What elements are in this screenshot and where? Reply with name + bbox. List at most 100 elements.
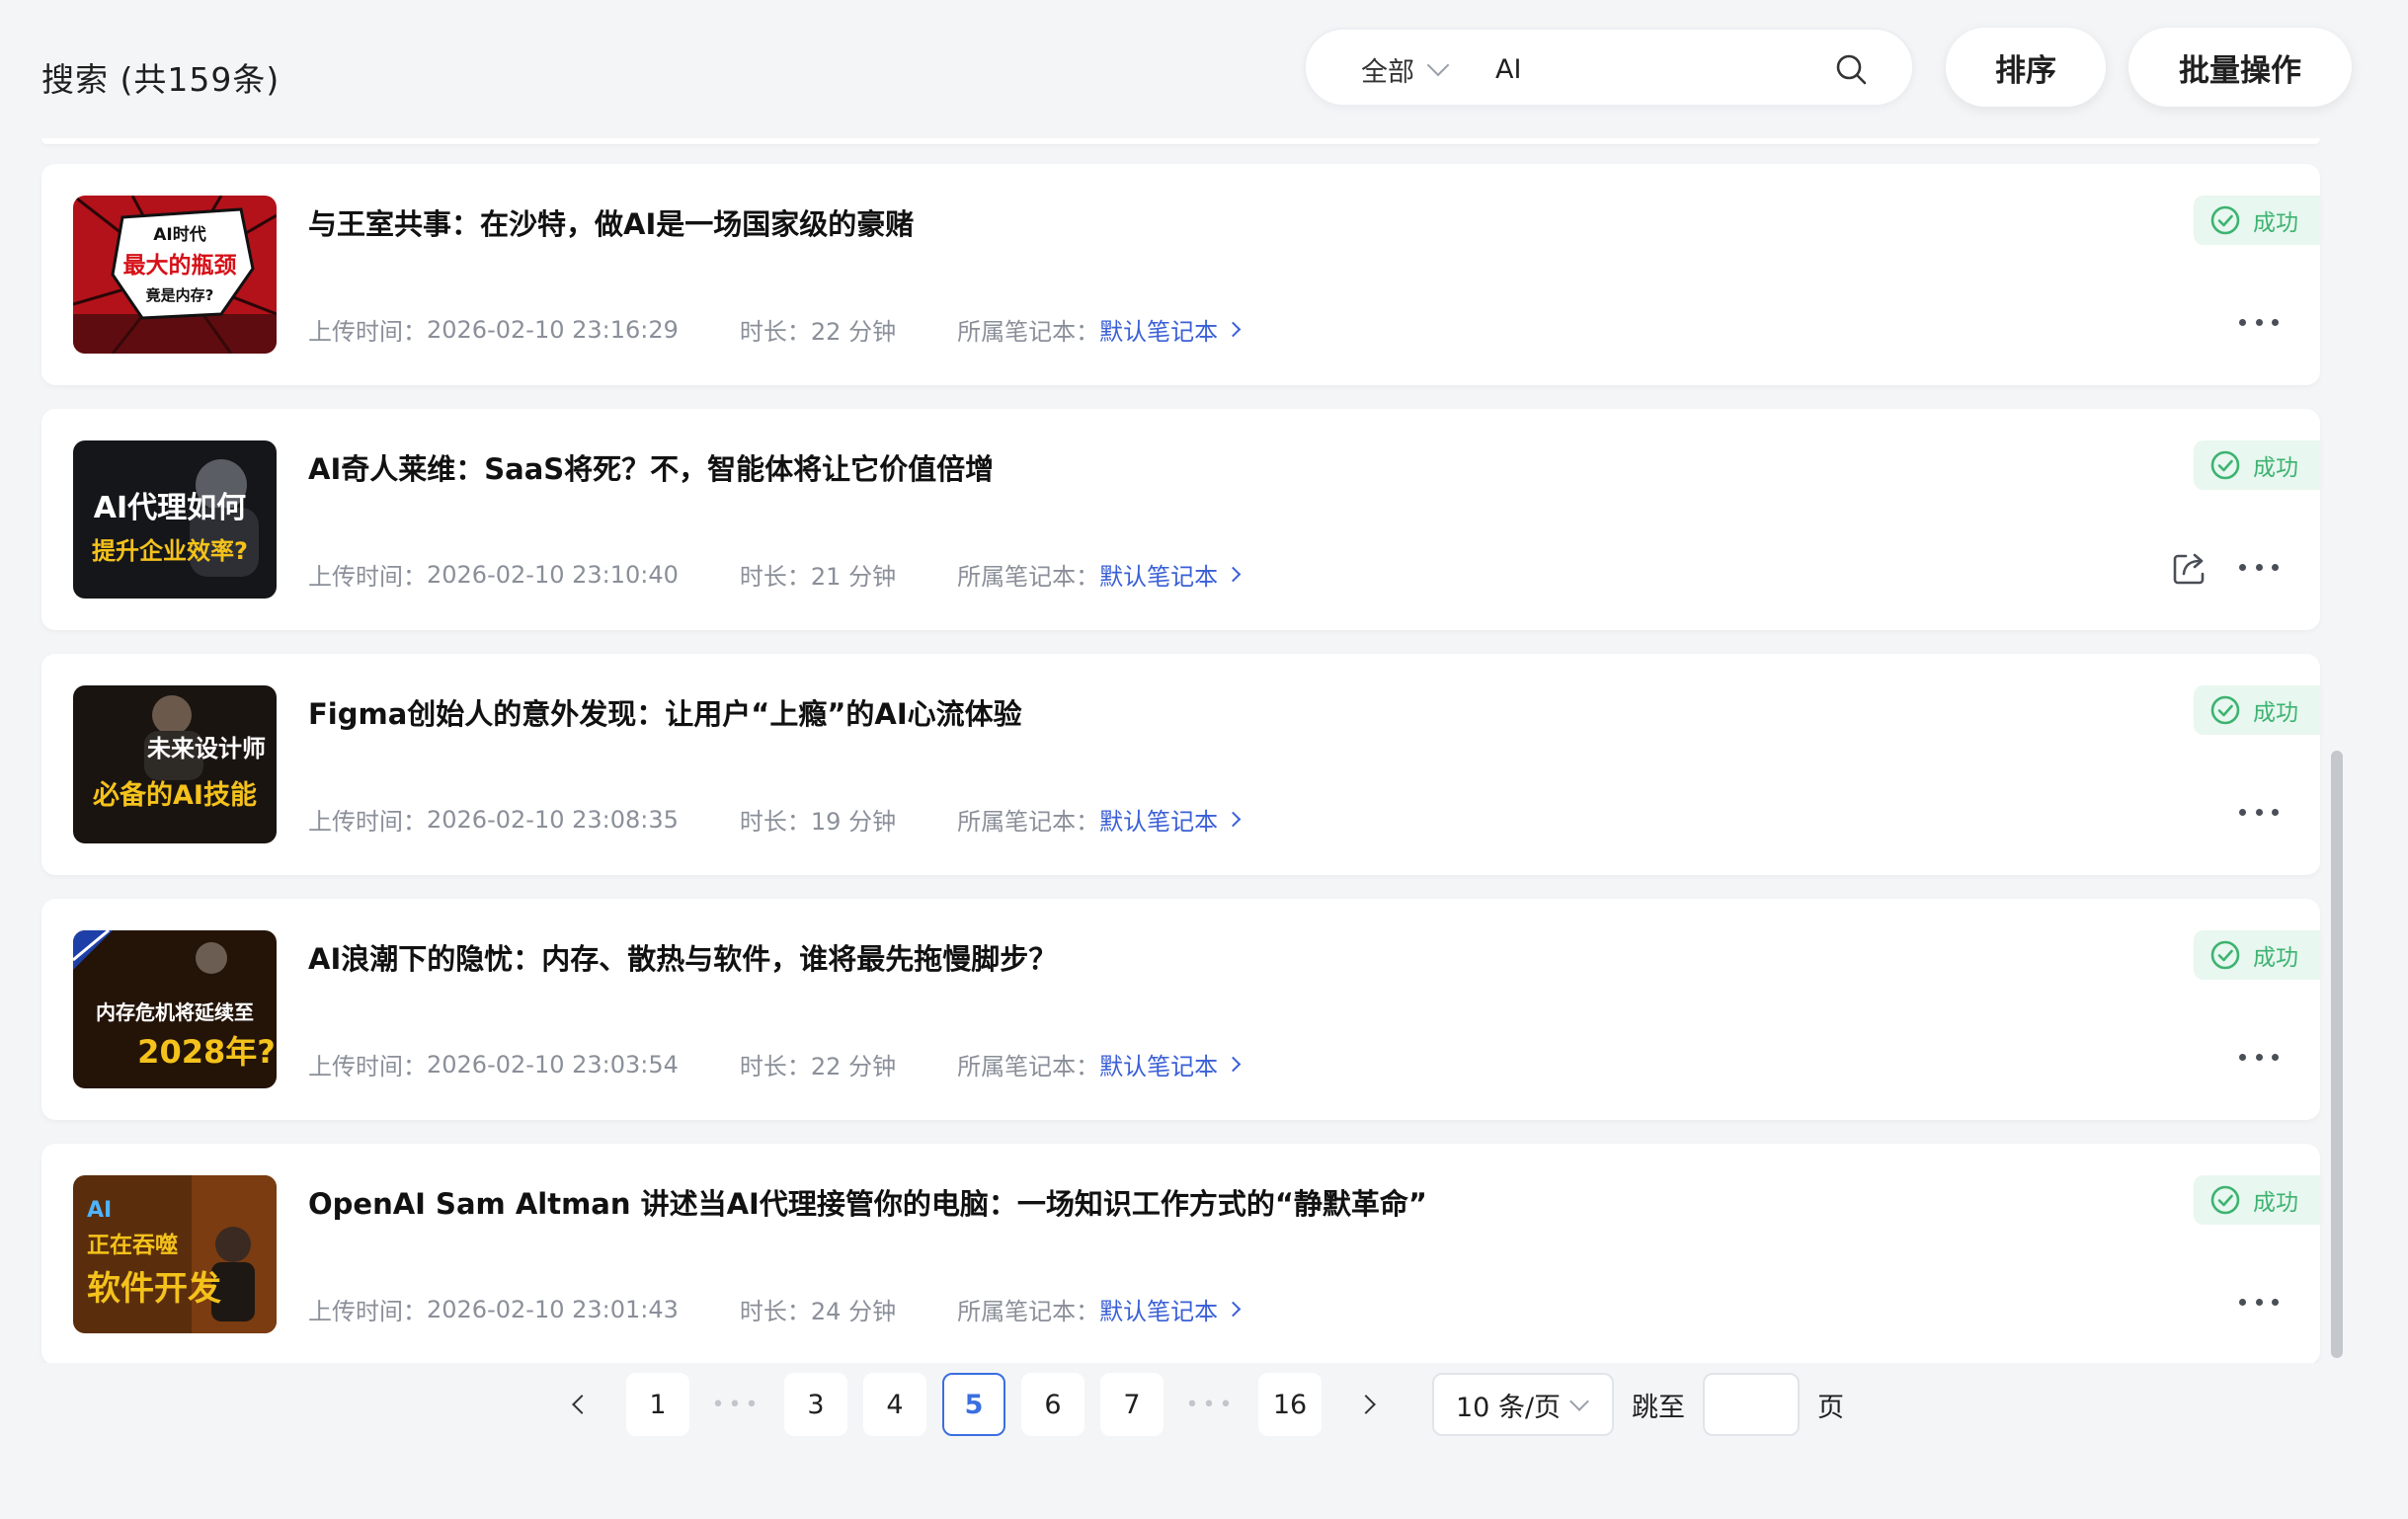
page-ellipsis[interactable]: ••• — [705, 1373, 768, 1436]
thumbnail-caption: 未来设计师 — [147, 735, 266, 762]
check-circle-icon — [2210, 940, 2240, 970]
check-circle-icon — [2210, 205, 2240, 235]
video-thumbnail[interactable]: 未来设计师 必备的AI技能 — [73, 685, 277, 843]
item-title[interactable]: 与王室共事：在沙特，做AI是一场国家级的豪赌 — [308, 201, 914, 243]
thumbnail-caption: 2028年? — [137, 1033, 276, 1071]
share-icon[interactable] — [2170, 548, 2209, 588]
page-title: 搜索 (共159条) — [41, 60, 281, 99]
scrollbar-thumb[interactable] — [2331, 751, 2343, 1358]
check-circle-icon — [2210, 695, 2240, 725]
scrollbar[interactable] — [2326, 138, 2348, 1363]
notebook-label: 所属笔记本： — [957, 1053, 1100, 1080]
result-list: AI时代 最大的瓶颈 竟是内存? 与王室共事：在沙特，做AI是一场国家级的豪赌 … — [0, 138, 2408, 1363]
page-button[interactable]: 4 — [863, 1373, 926, 1436]
page-button[interactable]: 6 — [1021, 1373, 1084, 1436]
more-options-icon[interactable] — [2239, 802, 2279, 822]
notebook-name: 默认笔记本 — [1099, 563, 1219, 591]
chevron-down-icon — [1569, 1392, 1589, 1411]
duration-value: 21 分钟 — [810, 563, 897, 591]
notebook-label: 所属笔记本： — [957, 563, 1100, 591]
item-title[interactable]: AI奇人莱维：SaaS将死？不，智能体将让它价值倍增 — [308, 446, 994, 488]
duration-value: 22 分钟 — [810, 318, 897, 346]
prev-page-button[interactable] — [559, 1373, 599, 1436]
notebook-name: 默认笔记本 — [1099, 1053, 1219, 1080]
notebook-link[interactable]: 默认笔记本 — [1099, 312, 1242, 347]
chevron-right-icon — [1225, 1056, 1242, 1073]
item-title[interactable]: OpenAI Sam Altman 讲述当AI代理接管你的电脑：一场知识工作方式… — [308, 1181, 1427, 1223]
page-button[interactable]: 7 — [1100, 1373, 1164, 1436]
item-meta: 上传时间： 2026-02-10 23:01:43 时长： 24 分钟 所属笔记… — [308, 1292, 1242, 1326]
page-size-select[interactable]: 10 条/页 — [1432, 1373, 1614, 1436]
result-card[interactable]: AI 正在吞噬 软件开发 OpenAI Sam Altman 讲述当AI代理接管… — [41, 1144, 2320, 1363]
sort-button[interactable]: 排序 — [1946, 28, 2106, 107]
result-card[interactable]: 未来设计师 必备的AI技能 Figma创始人的意外发现：让用户“上瘾”的AI心流… — [41, 654, 2320, 875]
next-page-button[interactable] — [1349, 1373, 1389, 1436]
duration-value: 24 分钟 — [810, 1298, 897, 1325]
upload-time-value: 2026-02-10 23:03:54 — [427, 1050, 679, 1079]
result-card[interactable]: AI时代 最大的瓶颈 竟是内存? 与王室共事：在沙特，做AI是一场国家级的豪赌 … — [41, 164, 2320, 385]
chevron-right-icon — [1356, 1395, 1376, 1414]
notebook-link[interactable]: 默认笔记本 — [1099, 1292, 1242, 1326]
page-ellipsis[interactable]: ••• — [1179, 1373, 1243, 1436]
video-thumbnail[interactable]: AI时代 最大的瓶颈 竟是内存? — [73, 196, 277, 354]
notebook-name: 默认笔记本 — [1099, 318, 1219, 346]
chevron-right-icon — [1225, 566, 1242, 583]
video-thumbnail[interactable]: AI代理如何 提升企业效率? — [73, 440, 277, 599]
status-badge: 成功 — [2194, 685, 2320, 735]
result-card[interactable]: AI代理如何 提升企业效率? AI奇人莱维：SaaS将死？不，智能体将让它价值倍… — [41, 409, 2320, 630]
notebook-name: 默认笔记本 — [1099, 808, 1219, 836]
upload-time-label: 上传时间： — [308, 1298, 427, 1325]
video-thumbnail[interactable]: 内存危机将延续至 2028年? — [73, 930, 277, 1088]
search-icon[interactable] — [1833, 51, 1869, 87]
batch-operation-button[interactable]: 批量操作 — [2128, 28, 2352, 107]
duration-value: 22 分钟 — [810, 1053, 897, 1080]
check-circle-icon — [2210, 1185, 2240, 1215]
item-title[interactable]: AI浪潮下的隐忧：内存、散热与软件，谁将最先拖慢脚步？ — [308, 936, 1057, 978]
search-box: 全部 — [1304, 28, 1914, 107]
chevron-right-icon — [1225, 321, 1242, 338]
notebook-link[interactable]: 默认笔记本 — [1099, 802, 1242, 837]
status-text: 成功 — [2253, 945, 2298, 971]
current-page-button[interactable]: 5 — [942, 1373, 1005, 1436]
page-button[interactable]: 1 — [626, 1373, 689, 1436]
upload-time-label: 上传时间： — [308, 1053, 427, 1080]
notebook-link[interactable]: 默认笔记本 — [1099, 557, 1242, 592]
jump-label: 跳至 — [1632, 1392, 1685, 1423]
more-options-icon[interactable] — [2239, 1047, 2279, 1067]
more-options-icon[interactable] — [2239, 557, 2279, 577]
item-meta: 上传时间： 2026-02-10 23:08:35 时长： 19 分钟 所属笔记… — [308, 802, 1242, 837]
thumbnail-caption: AI — [87, 1198, 112, 1223]
search-input[interactable] — [1493, 47, 1829, 91]
upload-time-value: 2026-02-10 23:10:40 — [427, 560, 679, 589]
thumbnail-caption: AI代理如何 — [94, 491, 246, 525]
thumbnail-caption: 正在吞噬 — [87, 1232, 178, 1258]
header: 搜索 (共159条) 全部 排序 批量操作 — [0, 0, 2408, 138]
status-text: 成功 — [2253, 455, 2298, 481]
status-text: 成功 — [2253, 1190, 2298, 1216]
previous-card-edge — [41, 138, 2320, 144]
jump-page-input[interactable] — [1703, 1373, 1800, 1436]
scope-select[interactable]: 全部 — [1361, 49, 1450, 89]
thumbnail-caption: 提升企业效率? — [92, 537, 248, 565]
more-options-icon[interactable] — [2239, 312, 2279, 332]
more-options-icon[interactable] — [2239, 1292, 2279, 1312]
notebook-label: 所属笔记本： — [957, 808, 1100, 836]
chevron-right-icon — [1225, 811, 1242, 828]
pagination: 1 ••• 3 4 5 6 7 ••• 16 10 条/页 跳至 页 — [0, 1373, 2408, 1436]
page-button[interactable]: 3 — [784, 1373, 847, 1436]
page-button[interactable]: 16 — [1258, 1373, 1322, 1436]
check-circle-icon — [2210, 450, 2240, 480]
page-size-value: 10 条/页 — [1456, 1392, 1562, 1423]
thumbnail-caption: 最大的瓶颈 — [123, 252, 237, 279]
item-meta: 上传时间： 2026-02-10 23:03:54 时长： 22 分钟 所属笔记… — [308, 1047, 1242, 1081]
upload-time-value: 2026-02-10 23:01:43 — [427, 1295, 679, 1323]
notebook-label: 所属笔记本： — [957, 318, 1100, 346]
video-thumbnail[interactable]: AI 正在吞噬 软件开发 — [73, 1175, 277, 1333]
upload-time-label: 上传时间： — [308, 318, 427, 346]
item-title[interactable]: Figma创始人的意外发现：让用户“上瘾”的AI心流体验 — [308, 691, 1022, 733]
result-card[interactable]: 内存危机将延续至 2028年? AI浪潮下的隐忧：内存、散热与软件，谁将最先拖慢… — [41, 899, 2320, 1120]
duration-label: 时长： — [739, 563, 811, 591]
notebook-label: 所属笔记本： — [957, 1298, 1100, 1325]
notebook-link[interactable]: 默认笔记本 — [1099, 1047, 1242, 1081]
status-badge: 成功 — [2194, 930, 2320, 980]
